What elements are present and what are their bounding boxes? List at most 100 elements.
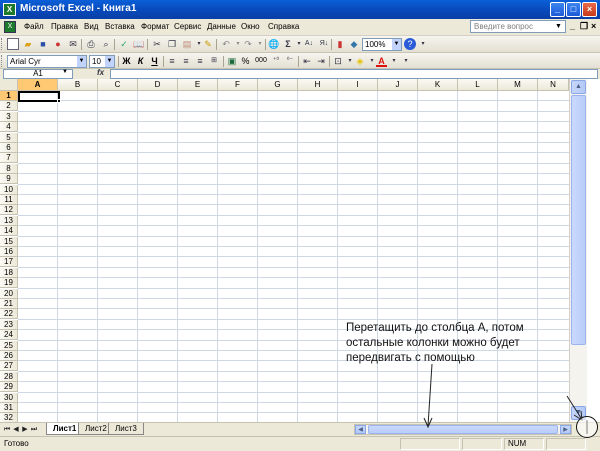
- column-header-f[interactable]: F: [218, 79, 258, 91]
- column-header-g[interactable]: G: [258, 79, 298, 91]
- menu-data[interactable]: Данные: [207, 22, 236, 31]
- menu-view[interactable]: Вид: [84, 22, 98, 31]
- row-header-7[interactable]: 7: [0, 153, 18, 164]
- column-header-i[interactable]: I: [338, 79, 378, 91]
- column-header-e[interactable]: E: [178, 79, 218, 91]
- column-header-d[interactable]: D: [138, 79, 178, 91]
- open-folder-icon[interactable]: ▰: [22, 38, 34, 50]
- italic-button[interactable]: К: [135, 55, 146, 67]
- sort-descending-icon[interactable]: Я↓: [318, 38, 330, 50]
- chevron-down-icon[interactable]: ▼: [62, 69, 68, 75]
- toolbar-options-icon[interactable]: ▾: [417, 38, 429, 50]
- row-header-17[interactable]: 17: [0, 257, 18, 268]
- column-header-j[interactable]: J: [378, 79, 418, 91]
- hyperlink-icon[interactable]: 🌐: [268, 38, 280, 50]
- bold-button[interactable]: Ж: [121, 55, 132, 67]
- insert-function-icon[interactable]: fx: [97, 68, 104, 77]
- menu-file[interactable]: Файл: [24, 22, 44, 31]
- menu-edit[interactable]: Правка: [51, 22, 78, 31]
- align-right-icon[interactable]: ≡: [194, 55, 206, 67]
- maximize-button[interactable]: □: [566, 2, 581, 17]
- row-header-5[interactable]: 5: [0, 132, 18, 143]
- row-header-31[interactable]: 31: [0, 403, 18, 413]
- row-header-2[interactable]: 2: [0, 101, 18, 112]
- row-header-30[interactable]: 30: [0, 392, 18, 403]
- excel-icon[interactable]: X: [3, 3, 16, 16]
- row-header-9[interactable]: 9: [0, 174, 18, 185]
- scroll-left-icon[interactable]: ◀: [355, 425, 366, 434]
- column-header-c[interactable]: C: [98, 79, 138, 91]
- currency-icon[interactable]: ▣: [226, 55, 238, 67]
- copy-icon[interactable]: ❐: [166, 38, 178, 50]
- formula-input[interactable]: [110, 69, 598, 79]
- row-header-8[interactable]: 8: [0, 163, 18, 174]
- help-icon[interactable]: ?: [404, 38, 416, 50]
- row-header-21[interactable]: 21: [0, 299, 18, 309]
- increase-indent-icon[interactable]: ⇥: [315, 55, 327, 67]
- menu-window[interactable]: Окно: [241, 22, 260, 31]
- chevron-down-icon[interactable]: ▼: [392, 39, 401, 50]
- align-center-icon[interactable]: ≡: [180, 55, 192, 67]
- chevron-down-icon[interactable]: ▼: [555, 23, 562, 30]
- row-header-13[interactable]: 13: [0, 215, 18, 226]
- column-header-l[interactable]: L: [458, 79, 498, 91]
- increase-decimal-icon[interactable]: ⁺⁰: [270, 55, 282, 67]
- menu-insert[interactable]: Вставка: [105, 22, 135, 31]
- zoom-select[interactable]: 100% ▼: [362, 38, 402, 51]
- row-header-18[interactable]: 18: [0, 267, 18, 278]
- row-header-12[interactable]: 12: [0, 205, 18, 216]
- save-icon[interactable]: ■: [37, 38, 49, 50]
- doc-minimize-button[interactable]: _: [570, 21, 575, 31]
- redo-icon[interactable]: ↷: [242, 38, 254, 50]
- thousands-button[interactable]: 000: [254, 55, 268, 67]
- font-size-select[interactable]: 10 ▼: [89, 55, 115, 68]
- vertical-scrollbar[interactable]: ▲ ▼: [569, 79, 587, 422]
- row-header-24[interactable]: 24: [0, 330, 18, 341]
- print-preview-icon[interactable]: ⌕: [100, 38, 112, 50]
- column-header-k[interactable]: K: [418, 79, 458, 91]
- toolbar-grip[interactable]: [1, 38, 4, 50]
- row-header-19[interactable]: 19: [0, 278, 18, 289]
- email-icon[interactable]: ✉: [67, 38, 79, 50]
- horizontal-scroll-thumb[interactable]: [368, 425, 558, 434]
- active-cell-a1[interactable]: [18, 91, 61, 103]
- borders-icon[interactable]: ⊡: [332, 55, 344, 67]
- row-header-6[interactable]: 6: [0, 143, 18, 153]
- format-painter-icon[interactable]: ✎: [202, 38, 214, 50]
- drawing-icon[interactable]: ◆: [348, 38, 360, 50]
- next-sheet-icon[interactable]: ▶: [21, 424, 29, 435]
- row-header-15[interactable]: 15: [0, 236, 18, 247]
- workbook-icon[interactable]: X: [4, 21, 16, 33]
- fill-color-icon[interactable]: ◈: [354, 55, 366, 67]
- font-color-button[interactable]: A: [376, 55, 387, 67]
- sort-ascending-icon[interactable]: A↓: [303, 38, 315, 50]
- close-button[interactable]: ×: [582, 2, 597, 17]
- help-question-input[interactable]: Введите вопрос: [470, 20, 566, 33]
- column-header-m[interactable]: M: [498, 79, 538, 91]
- permission-icon[interactable]: ●: [52, 38, 64, 50]
- undo-icon[interactable]: ↶: [220, 38, 232, 50]
- research-icon[interactable]: 📖: [133, 38, 145, 50]
- paste-icon[interactable]: ▤: [181, 38, 193, 50]
- cut-icon[interactable]: ✂: [151, 38, 163, 50]
- print-icon[interactable]: ⎙: [85, 38, 97, 50]
- align-left-icon[interactable]: ≡: [166, 55, 178, 67]
- chevron-down-icon[interactable]: ▼: [77, 56, 86, 67]
- menu-help[interactable]: Справка: [268, 22, 299, 31]
- new-document-icon[interactable]: [7, 38, 19, 50]
- minimize-button[interactable]: _: [550, 2, 565, 17]
- row-header-25[interactable]: 25: [0, 340, 18, 351]
- row-header-26[interactable]: 26: [0, 351, 18, 361]
- toolbar-options-icon[interactable]: ▾: [400, 55, 412, 67]
- menu-tools[interactable]: Сервис: [174, 22, 201, 31]
- row-header-20[interactable]: 20: [0, 288, 18, 299]
- chevron-down-icon[interactable]: ▾: [388, 55, 400, 67]
- select-all-corner[interactable]: [0, 79, 18, 91]
- merge-center-icon[interactable]: ⊞: [208, 55, 220, 67]
- row-header-1[interactable]: 1: [0, 91, 18, 101]
- column-header-n[interactable]: N: [538, 79, 569, 91]
- toolbar-grip[interactable]: [1, 55, 4, 67]
- row-header-16[interactable]: 16: [0, 247, 18, 257]
- percent-button[interactable]: %: [240, 55, 251, 67]
- decrease-decimal-icon[interactable]: ⁰⁻: [284, 55, 296, 67]
